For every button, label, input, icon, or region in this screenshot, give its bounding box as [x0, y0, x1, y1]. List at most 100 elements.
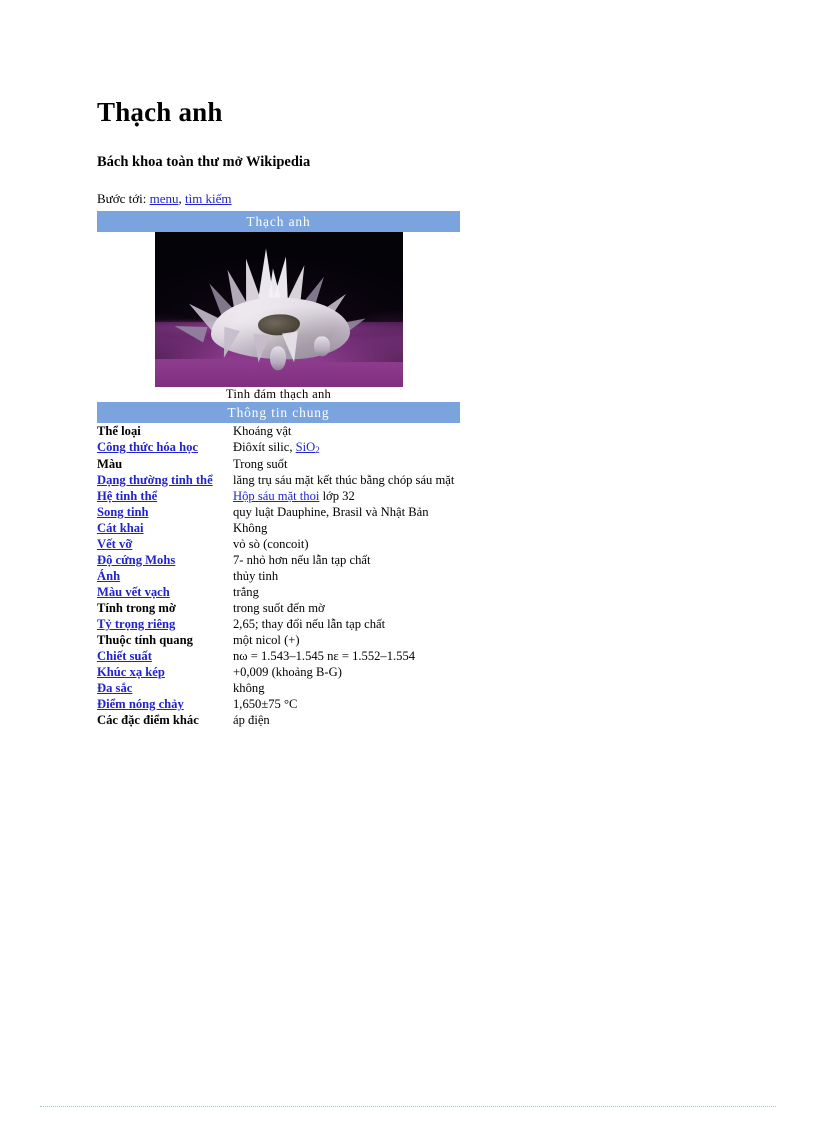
property-link[interactable]: Tỷ trọng riêng: [97, 617, 175, 631]
infobox-row-value: một nicol (+): [233, 632, 460, 648]
property-link[interactable]: Khúc xạ kép: [97, 665, 165, 679]
infobox-row: Khúc xạ kép +0,009 (khoảng B-G): [97, 664, 460, 680]
property-link[interactable]: Độ cứng Mohs: [97, 553, 175, 567]
infobox-row: Thể loại Khoáng vật: [97, 423, 460, 439]
infobox-row: Đa sắc không: [97, 680, 460, 696]
quartz-crystal-photo: [154, 232, 403, 387]
value-link[interactable]: SiO2: [296, 440, 320, 455]
site-subtitle: Bách khoa toàn thư mở Wikipedia: [97, 154, 311, 170]
infobox-row-label: Màu: [97, 457, 123, 471]
infobox-row-label[interactable]: Cát khai: [97, 520, 233, 536]
infobox-row-label[interactable]: Tỷ trọng riêng: [97, 616, 233, 632]
value-text: +0,009 (khoảng B-G): [233, 665, 342, 679]
jump-to-label: Bước tới:: [97, 191, 147, 206]
value-link[interactable]: Hộp sáu mặt thoi: [233, 489, 319, 503]
footer-divider: [40, 1106, 776, 1108]
infobox-row: Công thức hóa học Điôxít silic, SiO2: [97, 439, 460, 456]
property-link[interactable]: Cát khai: [97, 521, 144, 535]
property-link[interactable]: Điểm nóng chảy: [97, 697, 184, 711]
infobox-row-value: +0,009 (khoảng B-G): [233, 664, 460, 680]
infobox-row: Tỷ trọng riêng 2,65; thay đổi nếu lẫn tạp…: [97, 616, 460, 632]
infobox-image-caption: Tinh đám thạch anh: [225, 387, 332, 401]
infobox-caption-row: Tinh đám thạch anh: [97, 387, 460, 402]
property-link[interactable]: Công thức hóa học: [97, 440, 198, 454]
property-link[interactable]: Đa sắc: [97, 681, 132, 695]
infobox-row-value: lăng trụ sáu mặt kết thúc bằng chóp sáu …: [233, 472, 460, 488]
infobox-row: Vết vỡ vỏ sò (concoit): [97, 536, 460, 552]
property-link[interactable]: Vết vỡ: [97, 537, 132, 551]
value-text: không: [233, 681, 265, 695]
infobox-row-label[interactable]: Dạng thường tinh thể: [97, 472, 233, 488]
crystal-foot: [269, 345, 286, 370]
infobox-row-label[interactable]: Công thức hóa học: [97, 439, 233, 456]
infobox-row-label[interactable]: Song tinh: [97, 504, 233, 520]
value-text: Không: [233, 521, 268, 535]
property-link[interactable]: Dạng thường tinh thể: [97, 473, 213, 487]
infobox-row-label[interactable]: Điểm nóng chảy: [97, 696, 233, 712]
crystal-spike: [250, 333, 269, 363]
infobox-row: Tính trong mờ trong suốt đến mờ: [97, 600, 460, 616]
infobox-row: Điểm nóng chảy 1,650±75 °C: [97, 696, 460, 712]
infobox-row-label[interactable]: Vết vỡ: [97, 536, 233, 552]
infobox-row-label[interactable]: Màu vết vạch: [97, 584, 233, 600]
property-link[interactable]: Song tinh: [97, 505, 148, 519]
infobox-row: Màu Trong suốt: [97, 456, 460, 472]
property-link[interactable]: Hệ tinh thể: [97, 489, 157, 503]
property-link[interactable]: Ánh: [97, 569, 120, 583]
article-content: Thạch anh Bách khoa toàn thư mở Wikipedi…: [97, 96, 737, 727]
infobox-row: Song tinh quy luật Dauphine, Brasil và Nh…: [97, 504, 460, 520]
infobox-row: Chiết suất nω = 1.543–1.545 nε = 1.552–1.…: [97, 648, 460, 664]
infobox-row-label: Các đặc điểm khác: [97, 713, 199, 727]
infobox-row-value: Hộp sáu mặt thoi lớp 32: [233, 488, 460, 504]
infobox-row-label[interactable]: Độ cứng Mohs: [97, 552, 233, 568]
infobox-row-value: 7- nhỏ hơn nếu lẫn tạp chất: [233, 552, 460, 568]
value-text: quy luật Dauphine, Brasil và Nhật Bản: [233, 505, 429, 519]
infobox-row-value: không: [233, 680, 460, 696]
infobox-row-label[interactable]: Đa sắc: [97, 680, 233, 696]
property-link[interactable]: Màu vết vạch: [97, 585, 170, 599]
value-text: áp điện: [233, 713, 270, 727]
page-title: Thạch anh: [97, 97, 223, 127]
infobox-row: Thuộc tính quang một nicol (+): [97, 632, 460, 648]
infobox-row-label[interactable]: Chiết suất: [97, 648, 233, 664]
infobox-row-label[interactable]: Ánh: [97, 568, 233, 584]
infobox-row: Dạng thường tinh thể lăng trụ sáu mặt kết…: [97, 472, 460, 488]
value-text: lăng trụ sáu mặt kết thúc bằng chóp sáu …: [233, 473, 455, 487]
infobox-section-row: Thông tin chung: [97, 402, 460, 423]
value-text: 2,65; thay đổi nếu lẫn tạp chất: [233, 617, 386, 631]
jump-to-search-link[interactable]: tìm kiếm: [185, 191, 232, 206]
infobox-row-value: Khoáng vật: [233, 423, 460, 439]
value-text: trắng: [233, 585, 259, 599]
infobox-row-label[interactable]: Hệ tinh thể: [97, 488, 233, 504]
infobox-row-label[interactable]: Khúc xạ kép: [97, 664, 233, 680]
infobox-row: Cát khai Không: [97, 520, 460, 536]
infobox-body: Thạch anh Tinh đám thạch anh Thông tin c…: [97, 211, 460, 423]
jump-to-nav: Bước tới: menu, tìm kiếm: [97, 191, 232, 207]
infobox-row-value: thủy tinh: [233, 568, 460, 584]
infobox-row-value: 2,65; thay đổi nếu lẫn tạp chất: [233, 616, 460, 632]
document-page: Thạch anh Bách khoa toàn thư mở Wikipedi…: [0, 0, 816, 1123]
infobox-row-value: nω = 1.543–1.545 nε = 1.552–1.554: [233, 648, 460, 664]
property-link[interactable]: Chiết suất: [97, 649, 152, 663]
infobox-row-value: quy luật Dauphine, Brasil và Nhật Bản: [233, 504, 460, 520]
infobox-row-value: Điôxít silic, SiO2: [233, 439, 460, 456]
value-text: nω = 1.543–1.545 nε = 1.552–1.554: [233, 649, 416, 663]
infobox-row-value: Không: [233, 520, 460, 536]
jump-to-menu-link[interactable]: menu: [150, 191, 179, 206]
infobox-section-header: Thông tin chung: [97, 402, 460, 423]
infobox-title: Thạch anh: [97, 211, 460, 232]
infobox-title-row: Thạch anh: [97, 211, 460, 232]
value-text: Điôxít silic,: [233, 440, 293, 454]
infobox-property-rows: Thể loại Khoáng vật Công thức hóa học Điôxí…: [97, 423, 460, 728]
infobox-image-row: [97, 232, 460, 387]
infobox-row-value: trong suốt đến mờ: [233, 600, 460, 616]
value-text: Khoáng vật: [233, 424, 292, 438]
infobox-row-value: áp điện: [233, 712, 460, 728]
value-text: lớp 32: [322, 489, 355, 503]
infobox-row-label: Tính trong mờ: [97, 601, 176, 615]
infobox-row-value: vỏ sò (concoit): [233, 536, 460, 552]
infobox-row-label: Thuộc tính quang: [97, 633, 193, 647]
value-text: vỏ sò (concoit): [233, 537, 309, 551]
infobox-image-cell: [97, 232, 460, 387]
infobox-row: Các đặc điểm khác áp điện: [97, 712, 460, 728]
